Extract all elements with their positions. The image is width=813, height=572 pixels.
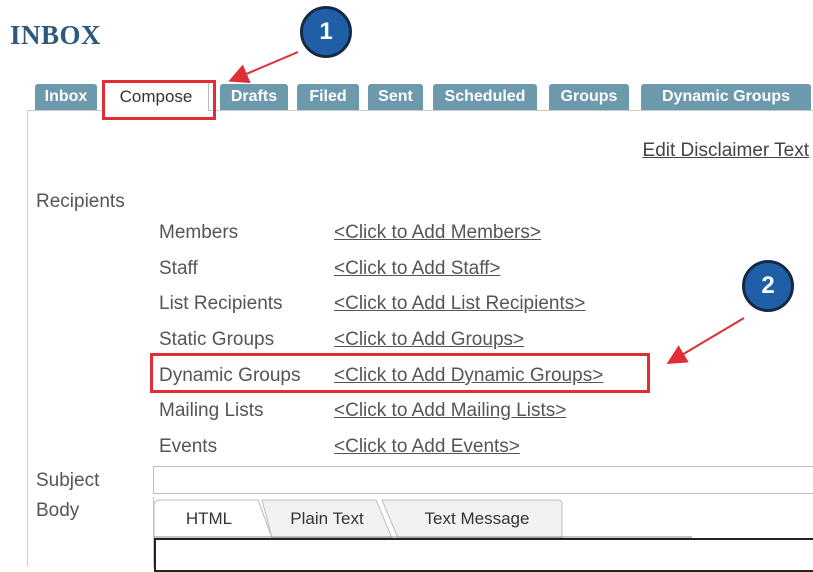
step-1-badge: 1 (300, 6, 352, 58)
step-2-badge: 2 (742, 260, 794, 312)
arrow-to-compose (228, 51, 299, 83)
annotation-arrows (228, 51, 745, 365)
arrow-to-dynamic-groups (666, 317, 745, 365)
